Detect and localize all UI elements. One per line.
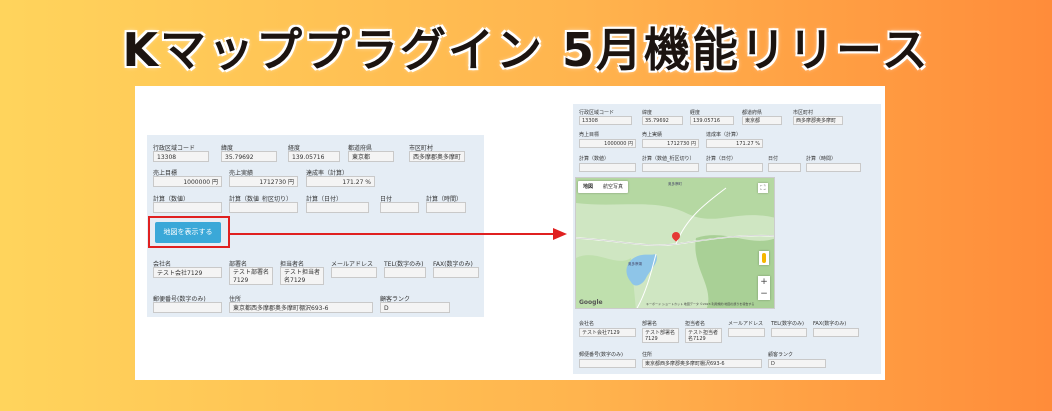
banner-title: Kマッププラグイン 5月機能リリース [122, 23, 930, 77]
r-label-gyosei-code: 行政区域コード [579, 110, 615, 116]
r-field-gyosei-code[interactable]: 13308 [579, 116, 632, 125]
r-field-email[interactable] [728, 328, 765, 337]
r-label-ido: 緯度 [642, 110, 653, 116]
map-type-tabs: 地図 航空写真 [578, 181, 629, 193]
r-label-fax: FAX(数字のみ) [813, 321, 847, 327]
r-field-keisan-hizuke[interactable] [706, 163, 763, 172]
field-fax[interactable] [433, 267, 479, 278]
field-keisan-suchi[interactable] [153, 202, 222, 213]
r-field-tel[interactable] [771, 328, 807, 337]
r-label-yubin: 郵便番号(数字のみ) [579, 352, 623, 358]
map-place-label-1: 奥多摩町 [668, 182, 682, 186]
r-label-todofuken: 都道府県 [742, 110, 763, 116]
r-field-jusho[interactable]: 東京都西多摩郡奥多摩町棚沢693-6 [642, 359, 762, 368]
field-keisan-hizuke[interactable] [306, 202, 369, 213]
field-keisan-suchi-keta[interactable] [229, 202, 298, 213]
r-field-busho[interactable]: テスト部署名7129 [642, 328, 679, 343]
field-email[interactable] [331, 267, 377, 278]
r-label-hizuke: 日付 [768, 156, 779, 162]
fullscreen-icon[interactable]: ⛶ [758, 183, 768, 193]
r-label-jusho: 住所 [642, 352, 653, 358]
r-field-tantosha[interactable]: テスト担当者名7129 [685, 328, 722, 343]
map-credit: キーボード ショートカット 地図データ ©2023 利用規約 地図の誤りを報告す… [646, 302, 755, 306]
r-label-busho: 部署名 [642, 321, 658, 327]
field-rank[interactable]: D [380, 302, 450, 313]
r-label-uriage-mokuhyo: 売上目標 [579, 132, 600, 138]
r-field-tasseiritsu[interactable]: 171.27 % [706, 139, 763, 148]
r-label-keisan-hizuke: 計算（日付） [706, 156, 737, 162]
field-todofuken[interactable]: 東京都 [348, 151, 394, 162]
r-label-shikuchoson: 市区町村 [793, 110, 814, 116]
zoom-in-button[interactable]: + [758, 276, 770, 288]
field-ido[interactable]: 35.79692 [221, 151, 277, 162]
r-field-yubin[interactable] [579, 359, 636, 368]
map-tab-map[interactable]: 地図 [578, 181, 598, 193]
map-tab-satellite[interactable]: 航空写真 [598, 181, 628, 193]
r-label-tantosha: 担当者名 [685, 321, 706, 327]
arrow-head-icon [553, 228, 567, 240]
zoom-out-button[interactable]: − [758, 288, 770, 300]
field-gyosei-code[interactable]: 13308 [153, 151, 209, 162]
map-terrain [576, 178, 774, 308]
r-field-keisan-suchi-keta[interactable] [642, 163, 699, 172]
r-field-fax[interactable] [813, 328, 859, 337]
r-field-ido[interactable]: 35.79692 [642, 116, 683, 125]
arrow-line [230, 233, 556, 235]
field-uriage-jisseki[interactable]: 1712730 円 [229, 176, 298, 187]
r-label-uriage-jisseki: 売上実績 [642, 132, 663, 138]
r-label-tasseiritsu: 達成率（計算） [706, 132, 742, 138]
field-shikuchoson[interactable]: 西多摩郡奥多摩町 [409, 151, 465, 162]
show-map-button[interactable]: 地図を表示する [155, 222, 221, 243]
r-field-uriage-jisseki[interactable]: 1712730 円 [642, 139, 699, 148]
banner: Kマッププラグイン 5月機能リリース 行政区域コード 緯度 経度 都道府県 市区… [0, 0, 1052, 411]
r-field-shikuchoson[interactable]: 西多摩郡奥多摩町 [793, 116, 843, 125]
field-jusho[interactable]: 東京都西多摩郡奥多摩町棚沢693-6 [229, 302, 373, 313]
field-kaisha[interactable]: テスト会社7129 [153, 267, 222, 278]
pegman-icon[interactable] [759, 251, 769, 265]
r-field-keisan-suchi[interactable] [579, 163, 636, 172]
r-label-keisan-suchi-keta: 計算（数値_桁区切り） [642, 156, 695, 162]
r-field-kaisha[interactable]: テスト会社7129 [579, 328, 636, 337]
r-label-email: メールアドレス [728, 321, 764, 327]
field-tantosha[interactable]: テスト担当者名7129 [280, 267, 324, 285]
field-keisan-jikan[interactable] [426, 202, 466, 213]
field-uriage-mokuhyo[interactable]: 1000000 円 [153, 176, 222, 187]
r-field-keido[interactable]: 139.05716 [690, 116, 734, 125]
field-keido[interactable]: 139.05716 [288, 151, 340, 162]
r-label-keisan-jikan: 計算（時間） [806, 156, 837, 162]
field-busho[interactable]: テスト部署名7129 [229, 267, 273, 285]
r-label-keisan-suchi: 計算（数値） [579, 156, 610, 162]
zoom-control: + − [758, 276, 770, 300]
field-yubin[interactable] [153, 302, 222, 313]
r-label-rank: 顧客ランク [768, 352, 794, 358]
field-tel[interactable] [384, 267, 426, 278]
map-place-label-2: 奥多摩湖 [628, 262, 642, 266]
r-field-uriage-mokuhyo[interactable]: 1000000 円 [579, 139, 636, 148]
field-hizuke[interactable] [380, 202, 419, 213]
r-label-kaisha: 会社名 [579, 321, 595, 327]
r-field-rank[interactable]: D [768, 359, 826, 368]
google-logo: Google [579, 299, 603, 306]
r-field-todofuken[interactable]: 東京都 [742, 116, 782, 125]
map-view[interactable]: 奥多摩町 奥多摩湖 地図 航空写真 ⛶ + − Google キーボード ショー… [575, 177, 775, 309]
r-field-keisan-jikan[interactable] [806, 163, 861, 172]
r-label-keido: 経度 [690, 110, 701, 116]
r-field-hizuke[interactable] [768, 163, 801, 172]
r-label-tel: TEL(数字のみ) [771, 321, 804, 327]
field-tasseiritsu[interactable]: 171.27 % [306, 176, 375, 187]
